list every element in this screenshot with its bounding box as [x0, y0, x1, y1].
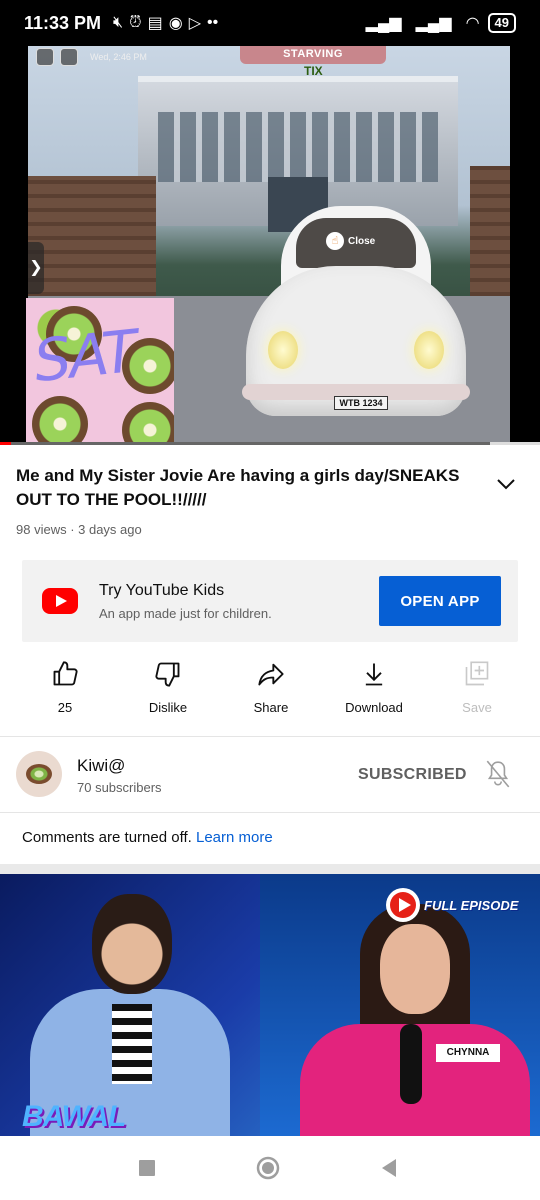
save-playlist-icon: [465, 661, 489, 686]
kiwi-slice: [122, 402, 174, 444]
play-store-icon: ▷: [188, 15, 202, 32]
messenger-icon: ◉: [168, 15, 183, 32]
like-button[interactable]: 25: [15, 660, 115, 715]
show-logo: BAWAL: [22, 1100, 126, 1133]
recents-square-icon[interactable]: [135, 1156, 159, 1180]
next-video-thumbnail[interactable]: CHYNNA FULL EPISODE BAWAL: [0, 874, 540, 1136]
share-label: Share: [253, 700, 289, 715]
more-notifications-icon: ••: [207, 14, 219, 31]
game-hud: Wed, 2:46 PM: [36, 48, 147, 66]
roblox-menu-icon: [36, 48, 54, 66]
divider: [0, 812, 540, 813]
video-meta: 98 views · 3 days ago: [16, 522, 142, 537]
progress-buffered: [490, 442, 540, 445]
youtube-kids-banner: Try YouTube Kids An app made just for ch…: [22, 560, 518, 642]
fence-left: [28, 176, 156, 306]
hand-icon: ☝︎: [326, 232, 344, 250]
chat-icon: [60, 48, 78, 66]
dislike-button[interactable]: Dislike: [118, 660, 218, 715]
mansion-scene: [138, 76, 458, 232]
dislike-label: Dislike: [148, 700, 188, 715]
channel-avatar[interactable]: [16, 751, 62, 797]
navigation-bar: [0, 1136, 540, 1200]
male-head: [92, 894, 172, 994]
chevron-right-icon: ❯: [28, 242, 44, 294]
share-icon: [258, 663, 284, 686]
video-player[interactable]: WTB 1234 ☝︎ Close STARVING Wed, 2:46 PM …: [0, 46, 540, 444]
status-bar: 11:33 PM 🔇︎ ⏰︎ ▤ ◉ ▷ •• ▂▄▆ ▂▄▆ ◠ 49: [0, 0, 540, 46]
progress-bar[interactable]: [0, 442, 540, 445]
download-label: Download: [345, 700, 403, 715]
subscribed-button[interactable]: SUBSCRIBED: [358, 766, 467, 784]
chevron-down-icon[interactable]: [494, 472, 518, 496]
save-button[interactable]: Save: [427, 660, 527, 715]
news-icon: ▤: [147, 15, 163, 32]
wifi-icon: ◠: [465, 15, 480, 32]
youtube-logo-icon: [42, 588, 78, 614]
section-gap: [0, 864, 540, 874]
game-close-prompt: ☝︎ Close: [326, 232, 375, 250]
comments-status: Comments are turned off. Learn more: [22, 829, 273, 846]
host-female: CHYNNA: [300, 904, 530, 1136]
video-title: Me and My Sister Jovie Are having a girl…: [16, 466, 460, 509]
download-icon: [365, 663, 383, 686]
back-triangle-icon[interactable]: [377, 1156, 401, 1180]
game-close-label: Close: [348, 235, 376, 247]
comments-off-text: Comments are turned off.: [22, 829, 192, 846]
bell-off-icon[interactable]: [485, 759, 511, 789]
alarm-icon: ⏰︎: [129, 14, 142, 31]
learn-more-link[interactable]: Learn more: [196, 829, 273, 846]
kiwi-slice: [32, 396, 88, 444]
like-count: 25: [57, 700, 73, 715]
signal-icon: ▂▄▆: [365, 15, 402, 32]
battery-icon: 49: [487, 13, 516, 33]
headlight-left: [268, 331, 298, 369]
female-face: [380, 924, 450, 1014]
share-button[interactable]: Share: [221, 660, 321, 715]
thumbs-up-icon: [53, 661, 78, 686]
kids-banner-subtitle: An app made just for children.: [99, 606, 272, 621]
save-label: Save: [462, 700, 492, 715]
full-episode-badge: FULL EPISODE: [386, 888, 518, 922]
microphone: [400, 1024, 422, 1104]
home-circle-icon[interactable]: [256, 1156, 280, 1180]
action-bar: 25 Dislike Share Download Save: [0, 660, 540, 726]
headlight-right: [414, 331, 444, 369]
full-episode-label: FULL EPISODE: [424, 897, 519, 913]
open-app-button[interactable]: OPEN APP: [379, 576, 501, 626]
channel-subscribers: 70 subscribers: [77, 780, 162, 795]
progress-played: [0, 442, 11, 445]
hud-status: STARVING: [240, 46, 386, 64]
channel-name[interactable]: Kiwi@: [77, 756, 125, 776]
divider: [0, 736, 540, 737]
status-time: 11:33 PM: [24, 12, 102, 33]
play-icon: [386, 888, 420, 922]
mute-icon: 🔇︎: [113, 14, 124, 31]
thumbs-down-icon: [155, 662, 180, 687]
tix-logo: TIX: [304, 64, 323, 78]
signal-2-icon: ▂▄▆: [415, 15, 452, 32]
hud-date: Wed, 2:46 PM: [90, 52, 147, 62]
download-button[interactable]: Download: [324, 660, 424, 715]
nametag: CHYNNA: [436, 1044, 500, 1062]
kiwi-overlay-image: SAT: [26, 298, 174, 444]
overlay-text: SAT: [30, 316, 139, 396]
kids-banner-title: Try YouTube Kids: [99, 582, 225, 599]
fence-right: [470, 166, 510, 306]
striped-shirt: [112, 1004, 152, 1084]
license-plate: WTB 1234: [334, 396, 388, 410]
